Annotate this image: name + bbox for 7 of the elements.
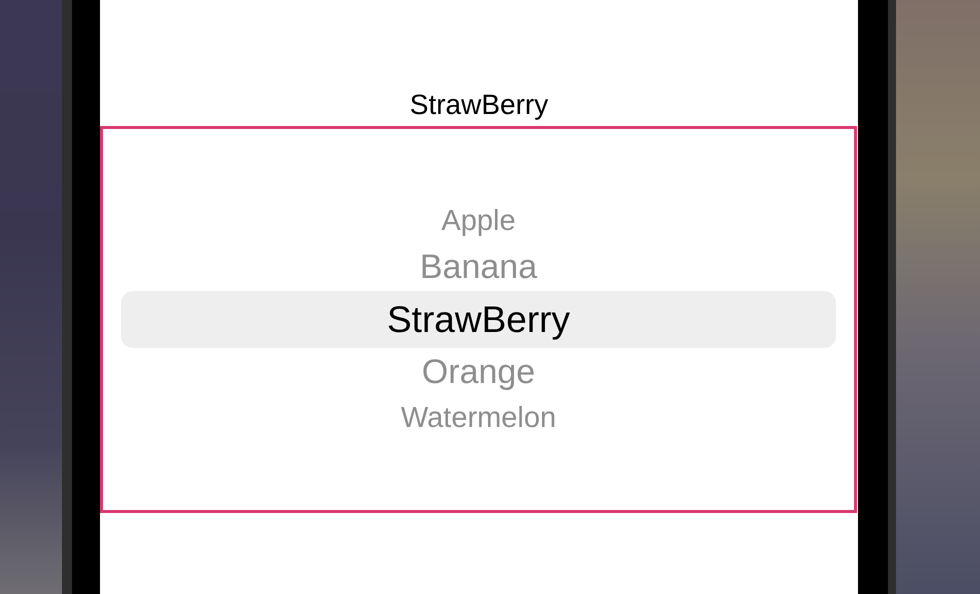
selected-value: StrawBerry	[410, 88, 548, 122]
picker-option[interactable]: Orange	[121, 348, 836, 396]
picker-option[interactable]: StrawBerry	[121, 291, 836, 348]
picker-option[interactable]: Banana	[121, 243, 836, 291]
picker-option[interactable]: Apple	[121, 199, 836, 243]
picker-wheel[interactable]: Apple Banana StrawBerry Orange Watermelon	[100, 126, 857, 513]
picker-option[interactable]: Watermelon	[121, 396, 836, 440]
